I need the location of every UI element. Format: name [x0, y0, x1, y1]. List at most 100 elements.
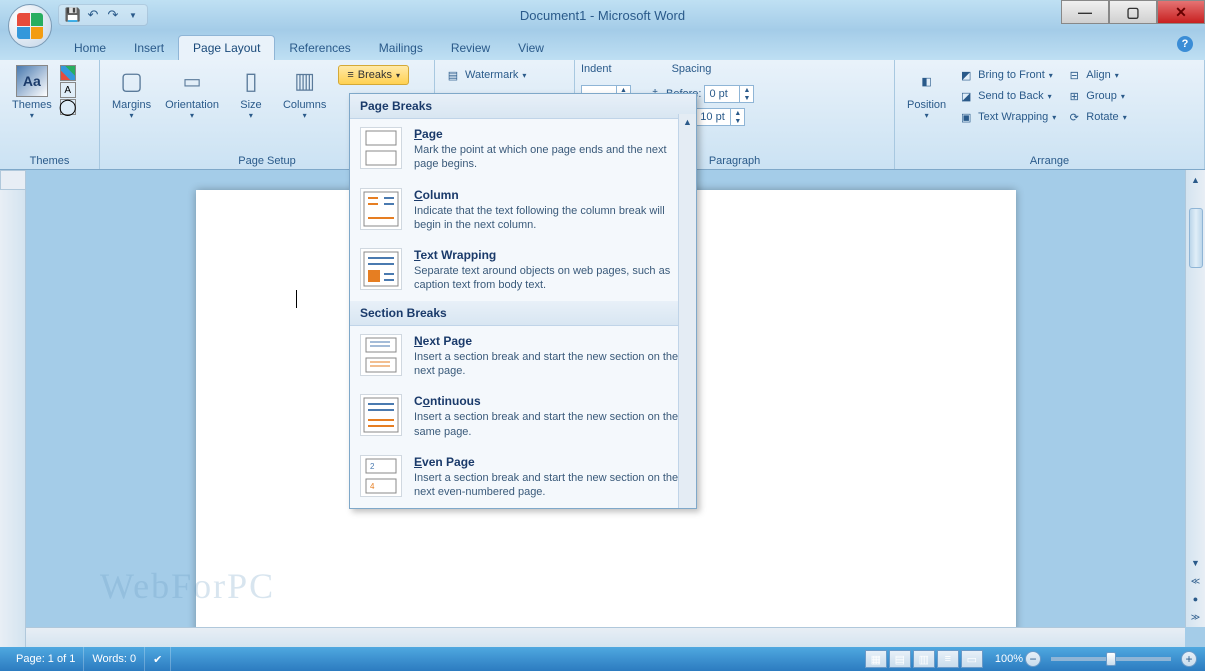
theme-fonts-icon[interactable]: A: [60, 82, 76, 98]
zoom-slider[interactable]: [1051, 657, 1171, 661]
scroll-up-icon[interactable]: ▲: [1188, 172, 1204, 188]
menu-scroll-up-icon[interactable]: ▲: [679, 114, 696, 130]
save-icon[interactable]: 💾: [65, 7, 81, 23]
tab-review[interactable]: Review: [437, 36, 504, 60]
send-to-back-button[interactable]: ◪Send to Back▾: [954, 86, 1060, 106]
help-icon[interactable]: ?: [1177, 36, 1193, 52]
size-button[interactable]: Size▾: [227, 63, 275, 122]
undo-icon[interactable]: ↶: [85, 7, 101, 23]
web-layout-view-icon[interactable]: ▥: [913, 650, 935, 668]
tab-references[interactable]: References: [275, 36, 364, 60]
tab-home[interactable]: Home: [60, 36, 120, 60]
text-cursor: [296, 290, 297, 308]
watermark-button[interactable]: ▤Watermark▾: [441, 65, 530, 85]
spacing-after-spinner[interactable]: 10 pt▲▼: [695, 108, 745, 126]
vertical-scrollbar[interactable]: ▲ ▼ ≪ ● ≫: [1185, 170, 1205, 627]
themes-button[interactable]: Aa Themes ▾: [6, 63, 58, 122]
zoom-in-button[interactable]: +: [1181, 651, 1197, 667]
close-button[interactable]: ✕: [1157, 0, 1205, 24]
zoom-out-button[interactable]: −: [1025, 651, 1041, 667]
breaks-menu-item[interactable]: 24Even PageInsert a section break and st…: [350, 447, 696, 508]
bring-front-icon: ◩: [958, 67, 974, 83]
draft-view-icon[interactable]: ▭: [961, 650, 983, 668]
tab-mailings[interactable]: Mailings: [365, 36, 437, 60]
size-label: Size: [240, 99, 261, 111]
themes-group-label: Themes: [6, 153, 93, 169]
status-proofing-icon[interactable]: ✔: [145, 647, 171, 671]
align-button[interactable]: ⊟Align▾: [1062, 65, 1130, 85]
prev-page-icon[interactable]: ≪: [1188, 573, 1204, 589]
menu-item-title: Column: [414, 188, 686, 202]
maximize-button[interactable]: ▢: [1109, 0, 1157, 24]
tab-page-layout[interactable]: Page Layout: [178, 35, 275, 60]
tab-view[interactable]: View: [504, 36, 558, 60]
breaks-menu-item[interactable]: PageMark the point at which one page end…: [350, 119, 696, 180]
menu-item-desc: Insert a section break and start the new…: [414, 471, 686, 500]
theme-colors-icon[interactable]: [60, 65, 76, 81]
group-label: Group: [1086, 90, 1117, 102]
office-button[interactable]: [8, 4, 52, 48]
bring-to-front-button[interactable]: ◩Bring to Front▾: [954, 65, 1060, 85]
send-back-label: Send to Back: [978, 90, 1043, 102]
menu-item-desc: Insert a section break and start the new…: [414, 410, 686, 439]
themes-label: Themes: [12, 99, 52, 111]
print-layout-view-icon[interactable]: ▦: [865, 650, 887, 668]
scroll-down-icon[interactable]: ▼: [1188, 555, 1204, 571]
margins-label: Margins: [112, 99, 151, 111]
break-type-icon: [360, 394, 402, 436]
menu-scrollbar[interactable]: ▲: [678, 114, 696, 508]
position-label: Position: [907, 99, 946, 111]
horizontal-scrollbar[interactable]: [26, 627, 1185, 647]
zoom-percent[interactable]: 100%: [995, 653, 1023, 665]
status-words[interactable]: Words: 0: [84, 647, 145, 671]
group-themes: Aa Themes ▾ A ◯ Themes: [0, 60, 100, 169]
arrange-group-label: Arrange: [901, 153, 1198, 169]
position-button[interactable]: ◧Position▾: [901, 63, 952, 122]
status-bar: Page: 1 of 1 Words: 0 ✔ ▦ ▤ ▥ ≡ ▭ 100% −…: [0, 647, 1205, 671]
qat-dropdown-icon[interactable]: ▼: [125, 7, 141, 23]
breaks-menu-item[interactable]: Continuous Insert a section break and sta…: [350, 386, 696, 447]
before-value: 0 pt: [709, 88, 727, 100]
columns-label: Columns: [283, 99, 326, 111]
orientation-button[interactable]: Orientation▾: [159, 63, 225, 122]
theme-effects-icon[interactable]: ◯: [60, 99, 76, 115]
full-screen-view-icon[interactable]: ▤: [889, 650, 911, 668]
group-button[interactable]: ⊞Group▾: [1062, 86, 1130, 106]
menu-item-title: Page: [414, 127, 686, 141]
rotate-button[interactable]: ⟳Rotate▾: [1062, 107, 1130, 127]
window-buttons: — ▢ ✕: [1061, 0, 1205, 24]
text-wrapping-button[interactable]: ▣Text Wrapping▾: [954, 107, 1060, 127]
next-page-icon[interactable]: ≫: [1188, 609, 1204, 625]
align-icon: ⊟: [1066, 67, 1082, 83]
browse-object-icon[interactable]: ●: [1188, 591, 1204, 607]
text-wrap-icon: ▣: [958, 109, 974, 125]
align-label: Align: [1086, 69, 1110, 81]
zoom-thumb[interactable]: [1106, 652, 1116, 666]
breaks-menu-item[interactable]: ColumnIndicate that the text following t…: [350, 180, 696, 241]
breaks-menu-item[interactable]: Text Wrapping Separate text around object…: [350, 240, 696, 301]
columns-button[interactable]: Columns▾: [277, 63, 332, 122]
orientation-icon: [176, 65, 208, 97]
menu-item-title: Text Wrapping: [414, 248, 686, 262]
tab-insert[interactable]: Insert: [120, 36, 178, 60]
ribbon-tabs: Home Insert Page Layout References Maili…: [0, 30, 1205, 60]
vertical-ruler[interactable]: [0, 190, 26, 647]
break-type-icon: [360, 188, 402, 230]
margins-button[interactable]: Margins▾: [106, 63, 157, 122]
minimize-button[interactable]: —: [1061, 0, 1109, 24]
watermark-label: Watermark: [465, 69, 518, 81]
scrollbar-thumb[interactable]: [1189, 208, 1203, 268]
status-page[interactable]: Page: 1 of 1: [8, 647, 84, 671]
office-logo-icon: [17, 13, 43, 39]
breaks-menu-item[interactable]: Next PageInsert a section break and star…: [350, 326, 696, 387]
menu-item-title: Continuous: [414, 394, 686, 408]
group-icon: ⊞: [1066, 88, 1082, 104]
break-type-icon: [360, 248, 402, 290]
breaks-button[interactable]: ≡Breaks▾: [338, 65, 409, 85]
outline-view-icon[interactable]: ≡: [937, 650, 959, 668]
margins-icon: [116, 65, 148, 97]
redo-icon[interactable]: ↷: [105, 7, 121, 23]
spacing-before-spinner[interactable]: 0 pt▲▼: [704, 85, 754, 103]
menu-item-desc: Separate text around objects on web page…: [414, 264, 686, 293]
section-breaks-header: Section Breaks: [350, 301, 696, 326]
